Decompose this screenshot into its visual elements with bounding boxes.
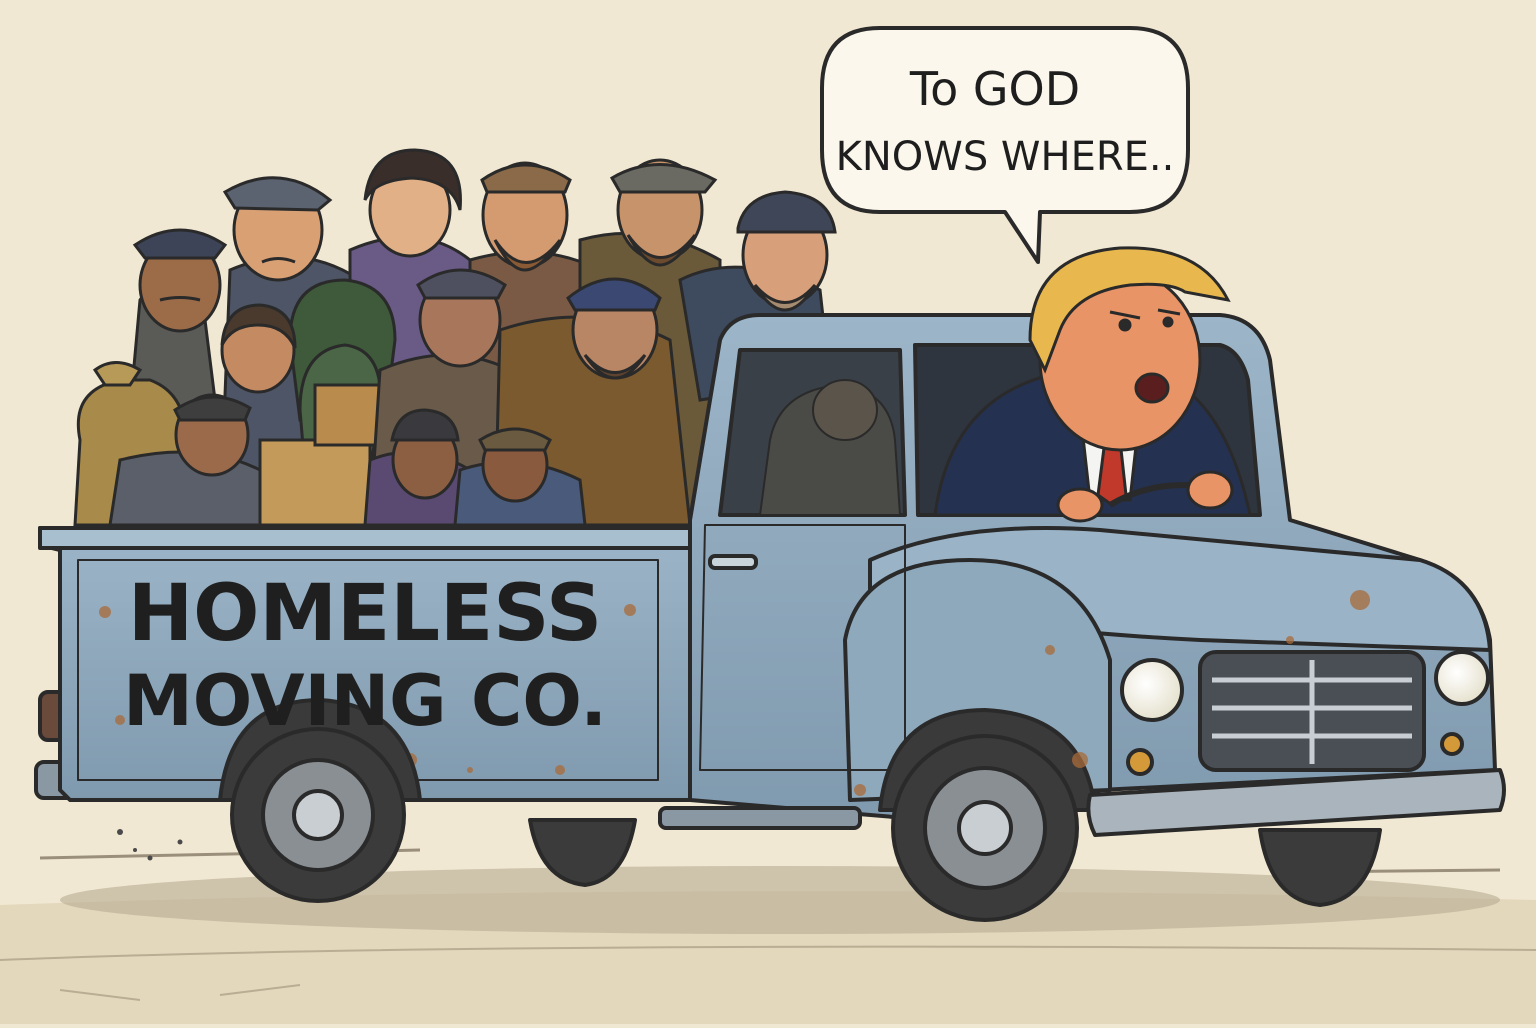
speech-line-1: To GOD: [909, 62, 1080, 116]
rear-wheel: [230, 727, 406, 903]
passenger-head: [132, 228, 228, 333]
sign-line-1: HOMELESS: [128, 569, 602, 659]
bed-rail: [38, 526, 702, 550]
truck-sign: HOMELESS MOVING CO.: [123, 569, 607, 742]
headlight-left: [1120, 658, 1184, 722]
cartoon-illustration: To GOD KNOWS WHERE.. HOMELESS MOVING CO.: [0, 0, 1536, 1024]
passenger-head: [220, 303, 297, 394]
headlight-right: [1434, 650, 1490, 706]
driver-hand: [1056, 487, 1104, 523]
driver-eye: [1118, 318, 1132, 332]
turn-signal: [1440, 732, 1464, 756]
passenger-head: [390, 408, 460, 500]
driver-hand: [1186, 470, 1234, 510]
running-board: [658, 806, 862, 830]
front-wheel: [891, 734, 1079, 922]
passenger-silhouette-head: [812, 379, 878, 441]
sack-knot: [92, 361, 143, 387]
cartoon-scene: To GOD KNOWS WHERE.. HOMELESS MOVING CO.: [0, 0, 1536, 1024]
passenger-head: [173, 393, 252, 477]
cardboard-box: [258, 438, 372, 527]
speech-line-2: KNOWS WHERE..: [836, 134, 1175, 180]
door-handle: [708, 554, 758, 570]
passenger-head: [478, 427, 552, 503]
turn-signal: [1126, 748, 1154, 776]
driver-mouth: [1134, 372, 1170, 404]
driver-eye: [1162, 316, 1174, 328]
sign-line-2: MOVING CO.: [123, 660, 607, 742]
